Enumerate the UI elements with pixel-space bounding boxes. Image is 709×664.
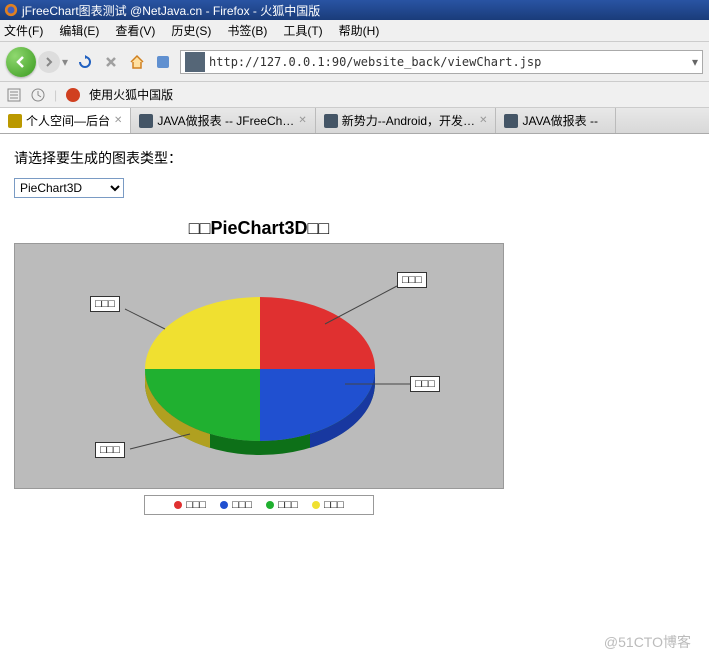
tab-label: JAVA做报表 -- JFreeCh…: [157, 112, 294, 129]
menu-edit[interactable]: 编辑(E): [59, 22, 99, 39]
favicon-icon: [504, 114, 518, 128]
tab-1[interactable]: JAVA做报表 -- JFreeCh… ✕: [131, 108, 315, 133]
close-icon[interactable]: ✕: [479, 115, 487, 126]
clock-icon[interactable]: [30, 87, 46, 103]
forward-button[interactable]: [38, 51, 60, 73]
legend-item: □□□: [220, 499, 252, 511]
prompt-label: 请选择要生成的图表类型：: [14, 148, 695, 168]
close-icon[interactable]: ✕: [298, 115, 306, 126]
favicon-icon: [324, 114, 338, 128]
tab-0[interactable]: 个人空间—后台 ✕: [0, 108, 131, 133]
legend-item: □□□: [174, 499, 206, 511]
tab-label: JAVA做报表 --: [522, 112, 598, 129]
window-title: jFreeChart图表测试 @NetJava.cn - Firefox - 火…: [22, 2, 320, 19]
menu-file[interactable]: 文件(F): [4, 22, 43, 39]
nav-toolbar: ▾ http://127.0.0.1:90/website_back/viewC…: [0, 42, 709, 82]
callout-blue: □□□: [410, 376, 440, 392]
tab-3[interactable]: JAVA做报表 --: [496, 108, 616, 133]
menu-tools[interactable]: 工具(T): [283, 22, 322, 39]
reload-button[interactable]: [76, 53, 94, 71]
pie-svg: [15, 244, 505, 490]
menu-bookmarks[interactable]: 书签(B): [227, 22, 267, 39]
home-button[interactable]: [128, 53, 146, 71]
callout-red: □□□: [397, 272, 427, 288]
pie-chart: □□□ □□□ □□□ □□□: [14, 243, 504, 489]
watermark: @51CTO博客: [604, 632, 691, 652]
chart-legend: □□□ □□□ □□□ □□□: [144, 495, 374, 515]
bookmark-bar: | 使用火狐中国版: [0, 82, 709, 108]
firefox-cn-icon: [65, 87, 81, 103]
menubar: 文件(F) 编辑(E) 查看(V) 历史(S) 书签(B) 工具(T) 帮助(H…: [0, 20, 709, 42]
arrow-right-icon: [44, 57, 54, 67]
back-button[interactable]: [6, 47, 36, 77]
url-dropdown-icon[interactable]: ▾: [688, 55, 702, 69]
titlebar: jFreeChart图表测试 @NetJava.cn - Firefox - 火…: [0, 0, 709, 20]
tab-label: 新势力--Android，开发…: [342, 112, 475, 129]
bookmark-menu-icon[interactable]: [6, 87, 22, 103]
favicon-icon: [139, 114, 153, 128]
url-bar[interactable]: http://127.0.0.1:90/website_back/viewCha…: [180, 50, 703, 74]
arrow-left-icon: [14, 55, 28, 69]
site-icon: [185, 52, 205, 72]
menu-view[interactable]: 查看(V): [115, 22, 155, 39]
tab-strip: 个人空间—后台 ✕ JAVA做报表 -- JFreeCh… ✕ 新势力--And…: [0, 108, 709, 134]
tab-label: 个人空间—后台: [26, 112, 110, 129]
close-icon[interactable]: ✕: [114, 115, 122, 126]
callout-yellow: □□□: [90, 296, 120, 312]
chart-container: □□PieChart3D□□: [14, 218, 504, 515]
page-content: 请选择要生成的图表类型： PieChart3D □□PieChart3D□□: [0, 134, 709, 529]
chart-type-select[interactable]: PieChart3D: [14, 178, 124, 198]
tab-2[interactable]: 新势力--Android，开发… ✕: [316, 108, 497, 133]
stop-button[interactable]: [102, 53, 120, 71]
favicon-icon: [8, 114, 22, 128]
callout-green: □□□: [95, 442, 125, 458]
chart-title: □□PieChart3D□□: [14, 218, 504, 239]
sync-icon[interactable]: [154, 53, 172, 71]
legend-item: □□□: [266, 499, 298, 511]
legend-item: □□□: [312, 499, 344, 511]
firefox-icon: [4, 3, 18, 17]
url-text: http://127.0.0.1:90/website_back/viewCha…: [209, 55, 688, 69]
menu-help[interactable]: 帮助(H): [339, 22, 380, 39]
menu-history[interactable]: 历史(S): [171, 22, 211, 39]
nav-dropdown-icon[interactable]: ▾: [62, 55, 68, 69]
bookmark-item[interactable]: 使用火狐中国版: [89, 86, 173, 103]
